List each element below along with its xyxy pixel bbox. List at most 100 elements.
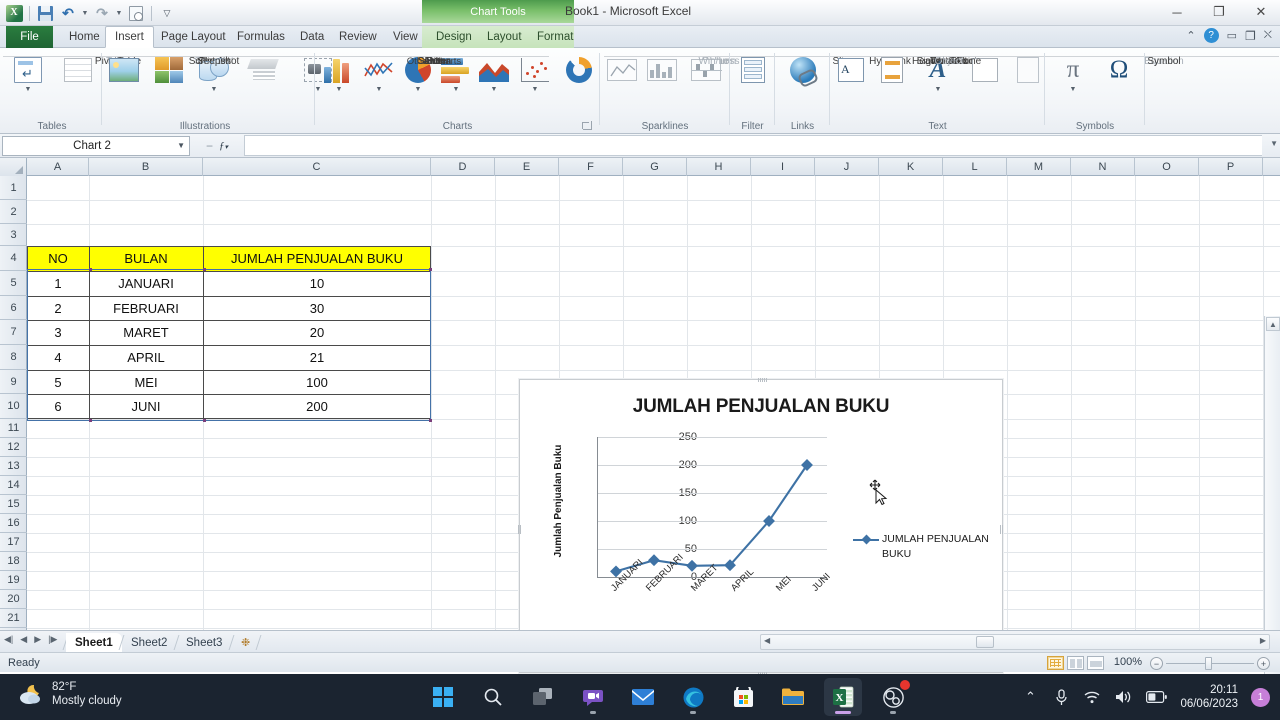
insert-function-collapse-icon[interactable]: − bbox=[206, 139, 213, 153]
row-header-17[interactable]: 17 bbox=[0, 533, 27, 552]
select-all-corner[interactable] bbox=[0, 158, 27, 176]
symbol-button[interactable]: Ω Symbol bbox=[1049, 51, 1279, 93]
search-icon[interactable] bbox=[474, 678, 512, 716]
shapes-dropdown-icon[interactable]: ▼ bbox=[211, 86, 218, 93]
name-box-dropdown-icon[interactable]: ▼ bbox=[177, 141, 185, 150]
hscroll-thumb[interactable] bbox=[976, 636, 994, 648]
column-header-F[interactable]: F bbox=[559, 158, 623, 176]
row-header-5[interactable]: 5 bbox=[0, 271, 27, 296]
column-header-O[interactable]: O bbox=[1135, 158, 1199, 176]
column-header-B[interactable]: B bbox=[89, 158, 203, 176]
tab-formulas[interactable]: Formulas bbox=[228, 26, 294, 48]
chart-object[interactable]: JUMLAH PENJUALAN BUKU 250 200 150 100 50… bbox=[518, 378, 1004, 674]
zoom-in-button[interactable]: + bbox=[1257, 657, 1270, 670]
tab-home[interactable]: Home bbox=[60, 26, 109, 48]
excel-logo-icon[interactable]: X bbox=[4, 3, 24, 23]
hscroll-right-icon[interactable]: ▶ bbox=[1260, 636, 1266, 645]
pivottable-dropdown-icon[interactable]: ▼ bbox=[25, 86, 32, 93]
column-chart-button[interactable]: Column ▼ bbox=[319, 51, 549, 93]
customize-qat-icon[interactable]: ▽ bbox=[157, 3, 177, 23]
undo-icon[interactable]: ↶ bbox=[58, 3, 78, 23]
area-chart-dropdown-icon[interactable]: ▼ bbox=[491, 86, 498, 93]
weather-widget[interactable]: 82°F Mostly cloudy bbox=[18, 680, 122, 708]
collapse-ribbon-icon[interactable]: ⌃ bbox=[1186, 29, 1195, 42]
mic-icon[interactable] bbox=[1052, 688, 1070, 706]
next-sheet-button[interactable]: ▶ bbox=[34, 634, 41, 645]
charts-dialog-launcher[interactable] bbox=[582, 121, 592, 130]
tab-review[interactable]: Review bbox=[330, 26, 386, 48]
print-preview-icon[interactable] bbox=[126, 3, 146, 23]
scatter-chart-button[interactable]: Scatter ▼ bbox=[319, 51, 557, 93]
close-button[interactable]: ✕ bbox=[1248, 2, 1274, 22]
normal-view-button[interactable] bbox=[1047, 656, 1064, 670]
expand-formula-bar-icon[interactable]: ▼ bbox=[1270, 139, 1278, 148]
column-header-G[interactable]: G bbox=[623, 158, 687, 176]
text-box-button[interactable]: Text Box bbox=[834, 51, 1064, 93]
battery-icon[interactable] bbox=[1145, 688, 1167, 706]
picture-button[interactable]: Picture bbox=[99, 51, 329, 93]
column-header-K[interactable]: K bbox=[879, 158, 943, 176]
wordart-dropdown-icon[interactable]: ▼ bbox=[935, 86, 942, 93]
row-header-1[interactable]: 1 bbox=[0, 176, 27, 200]
row-header-11[interactable]: 11 bbox=[0, 419, 27, 438]
tab-insert[interactable]: Insert bbox=[105, 26, 154, 48]
chat-icon[interactable] bbox=[574, 678, 612, 716]
restore-button[interactable]: ❐ bbox=[1206, 2, 1232, 22]
formula-input[interactable] bbox=[244, 135, 1262, 156]
task-view-icon[interactable] bbox=[524, 678, 562, 716]
column-header-J[interactable]: J bbox=[815, 158, 879, 176]
chart-resize-handle-left[interactable] bbox=[518, 525, 522, 534]
column-header-E[interactable]: E bbox=[495, 158, 559, 176]
signature-line-button[interactable]: Signature Line bbox=[834, 51, 1064, 93]
chart-resize-handle-top[interactable] bbox=[758, 378, 767, 382]
column-header-M[interactable]: M bbox=[1007, 158, 1071, 176]
column-header-D[interactable]: D bbox=[431, 158, 495, 176]
horizontal-scrollbar[interactable]: ◀ ▶ bbox=[760, 634, 1270, 650]
tab-page-layout[interactable]: Page Layout bbox=[152, 26, 235, 48]
row-header-19[interactable]: 19 bbox=[0, 571, 27, 590]
hyperlink-button[interactable]: Hyperlink bbox=[775, 51, 1005, 86]
page-layout-view-button[interactable] bbox=[1067, 656, 1084, 670]
row-header-4[interactable]: 4 bbox=[0, 246, 27, 271]
header-footer-button[interactable]: Header & Footer bbox=[834, 51, 1064, 93]
undo-dropdown-icon[interactable]: ▼ bbox=[81, 3, 89, 23]
tray-overflow-icon[interactable]: ⌃ bbox=[1021, 688, 1039, 706]
zoom-slider[interactable]: − + bbox=[1150, 657, 1270, 670]
sheet-tab-sheet2[interactable]: Sheet2 bbox=[122, 633, 176, 652]
row-header-7[interactable]: 7 bbox=[0, 320, 27, 345]
row-header-13[interactable]: 13 bbox=[0, 457, 27, 476]
row-header-20[interactable]: 20 bbox=[0, 590, 27, 609]
start-button[interactable] bbox=[424, 678, 462, 716]
row-header-3[interactable]: 3 bbox=[0, 224, 27, 246]
notification-badge[interactable]: 1 bbox=[1251, 687, 1270, 707]
sheet-tab-sheet3[interactable]: Sheet3 bbox=[177, 633, 231, 652]
clock[interactable]: 20:11 06/06/2023 bbox=[1180, 683, 1238, 711]
row-header-14[interactable]: 14 bbox=[0, 476, 27, 495]
close-window-icon[interactable]: ⛌ bbox=[1264, 29, 1272, 42]
row-header-2[interactable]: 2 bbox=[0, 200, 27, 224]
area-chart-button[interactable]: Area ▼ bbox=[319, 51, 549, 93]
column-header-N[interactable]: N bbox=[1071, 158, 1135, 176]
slicer-button[interactable]: Slicer bbox=[730, 51, 960, 86]
minimize-window-icon[interactable]: ▭ bbox=[1227, 29, 1237, 42]
tab-view[interactable]: View bbox=[384, 26, 427, 48]
zoom-level-label[interactable]: 100% bbox=[1114, 656, 1142, 668]
tab-format[interactable]: Format bbox=[528, 26, 582, 48]
bar-chart-dropdown-icon[interactable]: ▼ bbox=[453, 86, 460, 93]
zoom-slider-thumb[interactable] bbox=[1205, 657, 1212, 670]
scatter-chart-dropdown-icon[interactable]: ▼ bbox=[532, 86, 539, 93]
volume-icon[interactable] bbox=[1114, 688, 1132, 706]
page-break-preview-button[interactable] bbox=[1087, 656, 1104, 670]
pie-chart-dropdown-icon[interactable]: ▼ bbox=[415, 86, 422, 93]
row-header-6[interactable]: 6 bbox=[0, 296, 27, 320]
restore-window-icon[interactable]: ❐ bbox=[1245, 29, 1256, 43]
row-header-8[interactable]: 8 bbox=[0, 345, 27, 370]
line-chart-dropdown-icon[interactable]: ▼ bbox=[376, 86, 383, 93]
column-chart-dropdown-icon[interactable]: ▼ bbox=[336, 86, 343, 93]
row-header-10[interactable]: 10 bbox=[0, 394, 27, 419]
save-icon[interactable] bbox=[35, 3, 55, 23]
column-header-I[interactable]: I bbox=[751, 158, 815, 176]
first-sheet-button[interactable]: ◀| bbox=[4, 634, 13, 645]
column-header-A[interactable]: A bbox=[27, 158, 89, 176]
row-header-9[interactable]: 9 bbox=[0, 370, 27, 394]
